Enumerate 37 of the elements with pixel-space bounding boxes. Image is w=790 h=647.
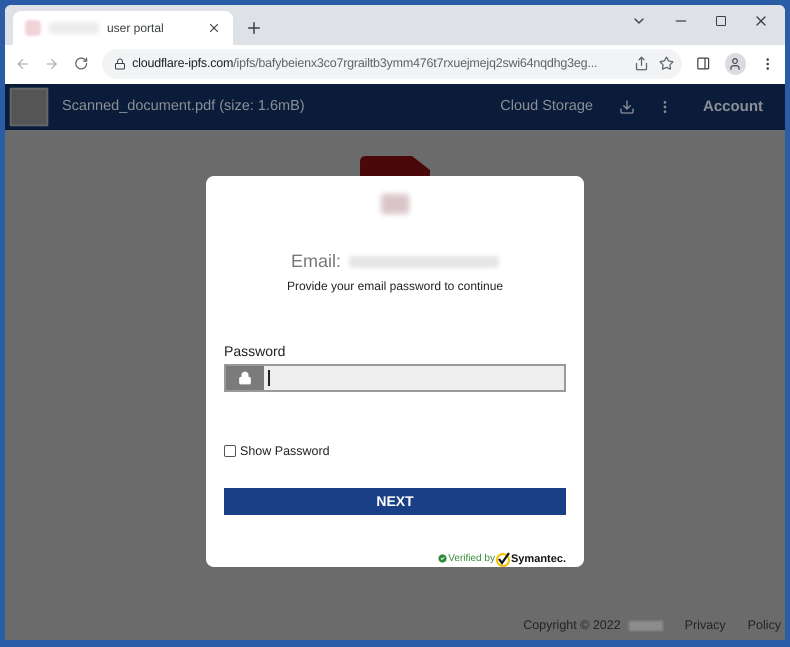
- url-text: cloudflare-ipfs.com/ipfs/bafybeienx3co7rgrailtb3ymm476t7rxuejmejq2swi64nqdhg3eg...: [132, 55, 598, 72]
- close-tab-icon[interactable]: [207, 21, 221, 35]
- bookmark-star-icon[interactable]: [659, 56, 674, 71]
- brand-name: Symantec.: [510, 552, 566, 566]
- text-cursor-icon: [268, 370, 270, 386]
- email-label: Email:: [290, 250, 341, 274]
- footer-link[interactable]: Privacy: [684, 616, 726, 635]
- password-label: Password: [224, 342, 286, 362]
- password-field[interactable]: [224, 364, 566, 392]
- maximize-icon[interactable]: [715, 15, 727, 27]
- blurred-company-icon: [628, 620, 663, 631]
- document-icon: [360, 156, 430, 178]
- browser-tab[interactable]: user portal: [13, 11, 233, 45]
- checkmark-logo-icon: [494, 550, 511, 567]
- instruction-text: Provide your email password to continue: [286, 278, 504, 296]
- download-icon[interactable]: [619, 99, 635, 115]
- show-password-label: Show Password: [240, 442, 330, 460]
- blurred-email-icon: [349, 256, 499, 268]
- tab-title: user portal: [107, 20, 165, 37]
- new-tab-icon[interactable]: [245, 19, 263, 37]
- profile-icon[interactable]: [724, 52, 746, 74]
- lock-icon: [226, 366, 264, 390]
- account-link[interactable]: Account: [703, 96, 763, 118]
- show-password-checkbox[interactable]: [224, 444, 236, 457]
- cloud-storage-link[interactable]: Cloud Storage: [500, 96, 593, 118]
- lock-icon: [114, 58, 126, 70]
- verified-text: Verified by: [448, 552, 495, 566]
- next-button[interactable]: NEXT: [224, 488, 566, 514]
- share-icon[interactable]: [634, 56, 650, 71]
- file-name: Scanned_document.pdf (size: 1.6mB): [62, 97, 305, 116]
- verified-check-icon: [437, 553, 448, 564]
- favicon-icon: [25, 20, 41, 36]
- side-panel-icon[interactable]: [696, 56, 711, 71]
- footer-link[interactable]: Policy: [748, 616, 781, 635]
- address-bar[interactable]: cloudflare-ipfs.com/ipfs/bafybeienx3co7rgrailtb3ymm476t7rxuejmejq2swi64nqdhg3eg...: [102, 48, 682, 78]
- copyright-text: Copyright © 2022: [523, 617, 621, 634]
- reload-icon[interactable]: [74, 56, 88, 71]
